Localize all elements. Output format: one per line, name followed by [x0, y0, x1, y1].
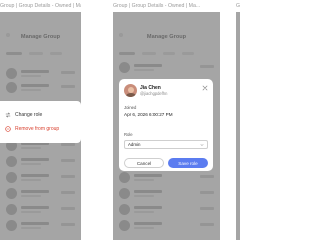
back-icon	[119, 33, 123, 37]
role-select[interactable]: Admin	[124, 140, 208, 149]
frame-3: Gr	[236, 0, 240, 240]
list-item	[6, 156, 75, 170]
screen-header: Manage Group	[146, 34, 187, 40]
tab-bar	[119, 52, 214, 62]
tab-placeholder	[29, 52, 43, 55]
back-icon	[6, 33, 10, 37]
list-item	[6, 204, 75, 218]
cancel-button[interactable]: Cancel	[124, 158, 164, 168]
switch-user-icon	[5, 112, 11, 118]
close-icon[interactable]	[202, 85, 208, 91]
list-item	[119, 204, 214, 218]
member-handle: @jiachgpdefhn	[140, 91, 168, 96]
role-select-value: Admin	[128, 142, 141, 147]
frame-title: Gr	[236, 3, 240, 9]
role-label: Role	[124, 132, 133, 137]
list-item	[119, 188, 214, 202]
tab-bar	[6, 52, 75, 62]
screen-overlay[interactable]: Manage Group Jia Chen @jiachgpdefhn Join…	[113, 12, 220, 240]
joined-value: Apr 6, 2026 6:00:27 PM	[124, 112, 173, 117]
list-item	[6, 172, 75, 186]
remove-from-group-menu-item[interactable]: Remove from group	[5, 124, 59, 134]
tab-placeholder	[50, 52, 62, 55]
chevron-down-icon	[200, 144, 204, 146]
screen-overlay	[236, 12, 240, 240]
remove-from-group-label: Remove from group	[15, 126, 60, 132]
tab-placeholder	[182, 52, 194, 55]
list-item	[119, 220, 214, 234]
screen-header: Manage Group	[20, 34, 61, 40]
list-item	[6, 68, 75, 82]
tab-placeholder	[163, 52, 175, 55]
screen-overlay[interactable]: Manage Group Change role Remove from gro…	[0, 12, 81, 240]
change-role-menu-item[interactable]: Change role	[5, 110, 42, 120]
frame-2: Group | Group Details - Owned | Ma... Ma…	[113, 0, 220, 240]
frame-title: Group | Group Details - Owned | Ma...	[0, 3, 81, 9]
list-item	[6, 82, 75, 96]
list-item	[6, 220, 75, 234]
list-item	[119, 172, 214, 186]
list-item	[6, 188, 75, 202]
frame-title: Group | Group Details - Owned | Ma...	[113, 3, 201, 9]
change-role-label: Change role	[15, 112, 43, 118]
tab-placeholder	[142, 52, 156, 55]
remove-circle-icon	[5, 126, 11, 132]
tab-placeholder	[119, 52, 135, 55]
member-name: Jia Chen	[140, 84, 161, 91]
tab-placeholder	[6, 52, 22, 55]
save-role-button[interactable]: Save role	[168, 158, 208, 168]
joined-label: Joined	[124, 105, 137, 110]
avatar	[124, 84, 137, 97]
context-menu: Change role Remove from group	[0, 101, 81, 143]
list-item	[119, 62, 214, 76]
frame-1: Group | Group Details - Owned | Ma... Ma…	[0, 0, 81, 240]
change-role-dialog: Jia Chen @jiachgpdefhn Joined Apr 6, 202…	[119, 79, 213, 171]
